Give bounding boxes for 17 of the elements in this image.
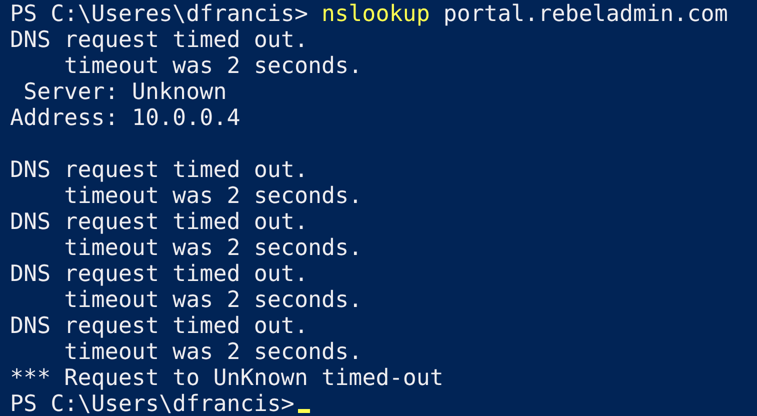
- output-line: DNS request timed out.: [10, 157, 308, 183]
- command-text: nslookup: [322, 1, 430, 27]
- prompt-text: PS C:\Users\dfrancis>: [10, 391, 294, 416]
- argument-text: portal.rebeladmin.com: [443, 1, 728, 27]
- output-line: timeout was 2 seconds.: [63, 183, 362, 209]
- output-line: timeout was 2 seconds.: [63, 235, 362, 261]
- output-line: DNS request timed out.: [10, 261, 308, 287]
- prompt-text: PS C:\Useres\dfrancis>: [10, 1, 308, 27]
- output-line: timeout was 2 seconds.: [63, 339, 362, 365]
- output-line: DNS request timed out.: [10, 313, 308, 339]
- output-line: DNS request timed out.: [10, 209, 308, 235]
- output-line: Server: Unknown: [22, 79, 227, 105]
- output-line: DNS request timed out.: [10, 27, 308, 53]
- output-line: *** Request to UnKnown timed-out: [10, 365, 444, 391]
- output-line: timeout was 2 seconds.: [63, 53, 362, 79]
- output-line: Address: 10.0.0.4: [10, 105, 240, 131]
- output-line: timeout was 2 seconds.: [63, 287, 362, 313]
